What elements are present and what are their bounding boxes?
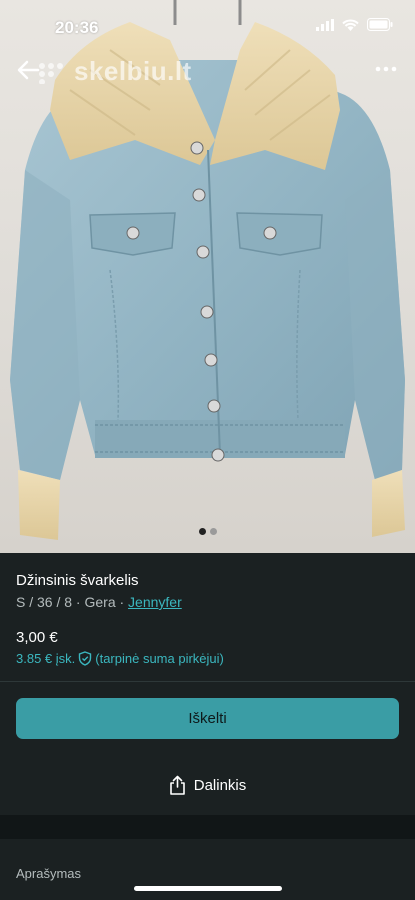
share-button[interactable]: Dalinkis xyxy=(0,770,415,800)
divider xyxy=(0,681,415,682)
buyer-price[interactable]: 3.85 € įsk. (tarpinė suma pirkėjui) xyxy=(16,651,224,666)
top-bar: skelbiu.lt xyxy=(0,52,415,92)
section-divider xyxy=(0,815,415,839)
listing-meta: S / 36 / 8 · Gera · Jennyfer xyxy=(16,594,182,610)
bump-button[interactable]: Iškelti xyxy=(16,698,399,739)
logo-dots-icon xyxy=(39,63,63,84)
price: 3,00 € xyxy=(16,629,58,646)
listing-title: Džinsinis švarkelis xyxy=(16,572,139,589)
buyer-price-note: (tarpinė suma pirkėjui) xyxy=(95,651,224,666)
description-header: Aprašymas xyxy=(16,866,82,881)
more-icon[interactable] xyxy=(373,56,399,82)
brand-link[interactable]: Jennyfer xyxy=(128,594,182,610)
share-icon xyxy=(169,775,185,795)
status-time: 20:36 xyxy=(55,18,99,37)
brand-watermark: skelbiu.lt xyxy=(39,56,192,87)
battery-icon xyxy=(367,18,393,31)
gallery-dot[interactable] xyxy=(209,528,217,535)
gallery-dot-active[interactable] xyxy=(198,528,206,535)
gallery-indicator xyxy=(0,528,415,535)
bump-button-label: Iškelti xyxy=(188,710,227,727)
shield-check-icon xyxy=(79,651,92,666)
status-bar: 20:36 xyxy=(0,0,415,44)
home-indicator[interactable] xyxy=(134,886,282,891)
signal-icon xyxy=(316,18,334,31)
listing-attributes: S / 36 / 8 · Gera · xyxy=(16,594,129,610)
product-photo[interactable]: 20:36 skelbiu.lt xyxy=(0,0,415,553)
watermark-text: skelbiu.lt xyxy=(74,56,192,86)
wifi-icon xyxy=(342,19,359,31)
share-button-label: Dalinkis xyxy=(193,776,247,794)
buyer-price-value: 3.85 € įsk. xyxy=(16,651,76,666)
